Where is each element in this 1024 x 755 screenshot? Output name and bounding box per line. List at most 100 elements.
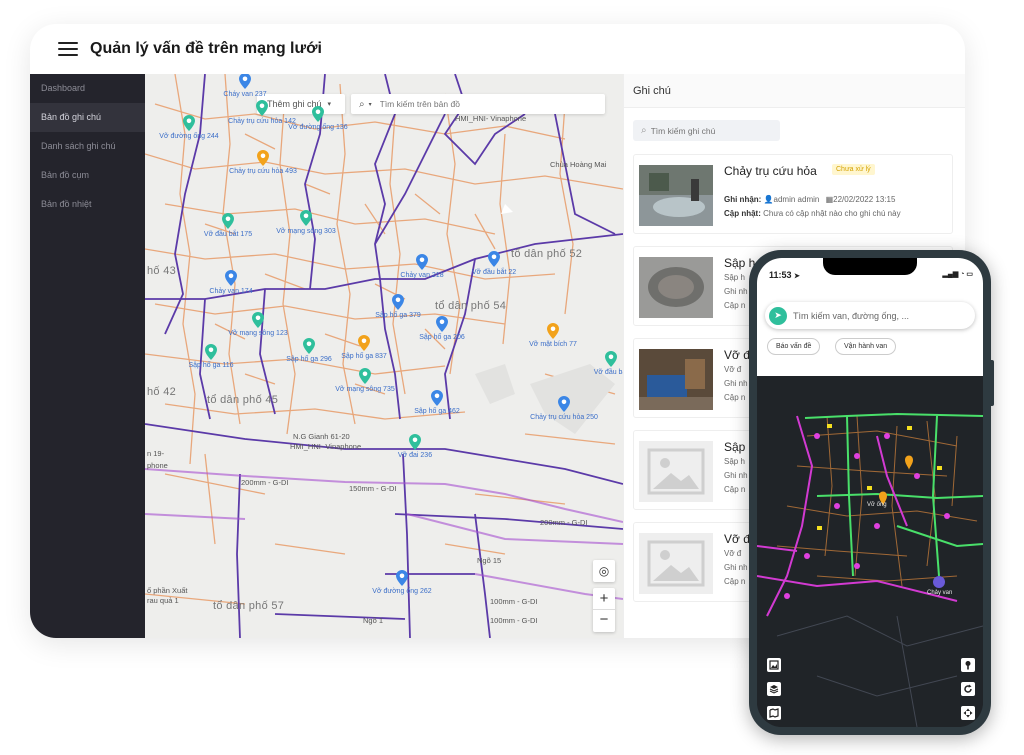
map-pin-icon[interactable] xyxy=(252,312,264,328)
phone-side-button xyxy=(991,360,994,406)
road-label: 100mm - G-DI xyxy=(490,616,538,625)
notes-panel-title: Ghi chú xyxy=(624,74,965,108)
map-pin-icon[interactable] xyxy=(312,106,324,122)
road-label: Ngõ 15 xyxy=(477,556,502,565)
map-pin-icon[interactable] xyxy=(558,396,570,412)
phone-mockup: Vỡ ống Chảy van 11:53 ➤ ▂▄▆ ◔ ▭ ➤ Tìm ki… xyxy=(749,250,994,735)
map-pin-label: Chảy trụ cứu hỏa 142 xyxy=(228,118,296,125)
map-icon[interactable] xyxy=(767,706,781,720)
phone-map[interactable] xyxy=(757,376,983,727)
notes-search-input[interactable] xyxy=(650,125,771,136)
phone-top-area: 11:53 ➤ ▂▄▆ ◔ ▭ ➤ Tìm kiếm van, đường ốn… xyxy=(757,258,983,376)
map-pin-icon[interactable] xyxy=(436,316,448,332)
calendar-icon: ▦ xyxy=(825,195,834,204)
area-label: tổ dân phố 54 xyxy=(435,300,507,312)
note-line: Ghi nh xyxy=(724,287,748,296)
map-pin-icon[interactable] xyxy=(359,368,371,384)
map-pin-icon[interactable] xyxy=(605,351,617,367)
move-icon[interactable] xyxy=(961,706,975,720)
zoom-in-button[interactable]: + xyxy=(593,588,615,610)
map-pin-icon[interactable] xyxy=(303,338,315,354)
note-line: Sập h xyxy=(724,457,745,466)
phone-search[interactable]: ➤ Tìm kiếm van, đường ống, ... xyxy=(765,302,975,329)
sidebar-item-note-map[interactable]: Bản đồ ghi chú xyxy=(30,103,145,132)
image-icon[interactable] xyxy=(767,658,781,672)
map-pin-label: Vỡ đường ống 136 xyxy=(288,124,348,131)
sidebar-item-note-list[interactable]: Danh sách ghi chú xyxy=(30,132,145,161)
note-photo xyxy=(639,165,713,226)
status-icons: ▂▄▆ ◔ ▭ xyxy=(943,270,974,278)
note-line: Ghi nh xyxy=(724,379,748,388)
page-title: Quản lý vấn đề trên mạng lưới xyxy=(90,40,322,57)
note-line: Cập n xyxy=(724,301,746,310)
image-placeholder-icon xyxy=(639,441,713,502)
map-pin-icon[interactable] xyxy=(257,150,269,166)
map-pin-icon[interactable] xyxy=(547,323,559,339)
map-pin-icon[interactable] xyxy=(409,434,421,450)
search-icon: ⌕ xyxy=(359,98,365,110)
wifi-icon: ◔ xyxy=(960,271,965,278)
map-pin-icon[interactable] xyxy=(183,115,195,131)
top-bar: Quản lý vấn đề trên mạng lưới xyxy=(30,24,965,74)
map-pin-icon[interactable] xyxy=(392,294,404,310)
road-label: N.G Gianh 61-20 xyxy=(293,432,350,441)
signal-icon: ▂▄▆ xyxy=(942,271,959,278)
map-pin-label: Vỡ mạng sông 735 xyxy=(335,386,395,393)
note-title: Vỡ đ xyxy=(724,532,750,546)
refresh-icon[interactable] xyxy=(961,682,975,696)
map-pin-label: Sập hố ga 837 xyxy=(341,353,387,360)
sidebar: Dashboard Bản đồ ghi chú Danh sách ghi c… xyxy=(30,74,145,638)
map-pin-label: Vỡ mạng sông 123 xyxy=(228,330,288,337)
map-pin-icon[interactable] xyxy=(396,570,408,586)
map-pin-label: Chảy van 218 xyxy=(400,272,444,279)
road-label: Chùa Hoàng Mai xyxy=(550,160,607,169)
note-title: Sập h xyxy=(724,256,756,270)
layers-icon[interactable] xyxy=(767,682,781,696)
road-label: rau quả 1 xyxy=(147,596,179,605)
locate-icon[interactable]: ◎ xyxy=(593,560,615,582)
time-text: 11:53 xyxy=(769,270,792,280)
map-pin-label: Chảy trụ cứu hỏa 250 xyxy=(530,414,598,421)
map-pin-label: Vỡ mặt bích 77 xyxy=(529,341,577,348)
road-label: 100mm - G-DI xyxy=(490,597,538,606)
map-pin-icon[interactable] xyxy=(222,213,234,229)
road-label: phone xyxy=(147,461,168,470)
add-note-dropdown[interactable]: Thêm ghi chú ▾ xyxy=(257,94,345,114)
zoom-out-button[interactable]: − xyxy=(593,610,615,632)
map-pin-label: Sập hố ga 116 xyxy=(188,362,234,369)
map-pin-icon[interactable] xyxy=(300,210,312,226)
key-icon[interactable] xyxy=(961,658,975,672)
notes-search[interactable]: ⌕ xyxy=(633,120,780,141)
phone-notch xyxy=(823,258,917,275)
map-pin-icon[interactable] xyxy=(256,100,268,116)
map-pin-icon[interactable] xyxy=(205,344,217,360)
map-search-input[interactable] xyxy=(379,99,580,109)
road-label: 200mm - G-DI xyxy=(241,478,289,487)
sidebar-item-dashboard[interactable]: Dashboard xyxy=(30,74,145,103)
map-search[interactable]: ⌕ ▾ xyxy=(351,94,605,114)
phone-map-label: Chảy van xyxy=(927,590,953,596)
road-label: n 19- xyxy=(147,449,165,458)
sidebar-item-heat-map[interactable]: Bản đồ nhiệt xyxy=(30,190,145,219)
map-canvas[interactable]: Thêm ghi chú ▾ ⌕ ▾ Cháy van 237 Chảy trụ … xyxy=(145,74,623,638)
search-icon: ⌕ xyxy=(641,125,647,136)
valve-operation-chip[interactable]: Vận hành van xyxy=(835,338,897,355)
note-line: Ghi nh xyxy=(724,471,748,480)
report-issue-chip[interactable]: Báo vấn đề xyxy=(767,338,821,355)
map-pin-icon[interactable] xyxy=(358,335,370,351)
sidebar-item-cluster-map[interactable]: Bản đồ cụm xyxy=(30,161,145,190)
menu-icon[interactable] xyxy=(58,42,78,56)
note-line: Ghi nh xyxy=(724,563,748,572)
note-card[interactable]: Chảy trụ cứu hỏa Chưa xử lý Ghi nhận: 👤a… xyxy=(633,154,953,234)
map-pin-icon[interactable] xyxy=(416,254,428,270)
location-arrow-icon: ➤ xyxy=(794,273,800,280)
recorder-name: admin admin xyxy=(773,195,820,204)
area-label: tổ dân phố 52 xyxy=(511,248,583,260)
map-pin-icon[interactable] xyxy=(488,251,500,267)
navigation-icon: ➤ xyxy=(769,306,787,325)
map-pin-label: Vỡ đầu bắt 175 xyxy=(203,231,253,238)
map-pin-icon[interactable] xyxy=(431,390,443,406)
map-pin-icon[interactable] xyxy=(225,270,237,286)
map-pin-label: Vỡ đường ống 262 xyxy=(372,588,432,595)
map-pin-icon[interactable] xyxy=(239,74,251,89)
